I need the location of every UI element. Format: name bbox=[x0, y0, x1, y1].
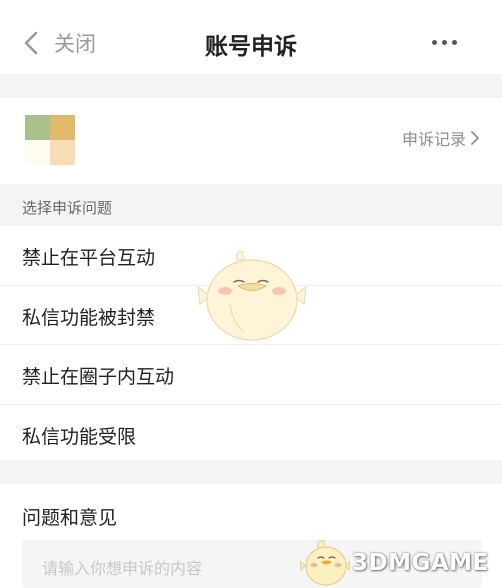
appeal-option-label: 禁止在平台互动 bbox=[22, 247, 156, 269]
appeal-option-item[interactable]: 禁止在圈子内互动 bbox=[0, 345, 502, 405]
appeal-option-label: 私信功能受限 bbox=[22, 425, 137, 448]
navigation-bar: 关闭 账号申诉 bbox=[0, 0, 502, 80]
section-divider bbox=[0, 460, 502, 484]
appeal-records-label: 申诉记录 bbox=[401, 130, 466, 149]
chevron-right-icon bbox=[471, 131, 479, 145]
watermark-text: 3DMGAME bbox=[352, 550, 489, 576]
section-header: 选择申诉问题 bbox=[0, 184, 502, 226]
section-title: 选择申诉问题 bbox=[22, 199, 113, 217]
section-divider bbox=[0, 74, 502, 98]
appeal-option-label: 禁止在圈子内互动 bbox=[22, 366, 175, 388]
watermark-mascot-icon bbox=[300, 540, 350, 586]
more-dots-icon bbox=[432, 40, 437, 45]
more-options-button[interactable] bbox=[432, 40, 457, 45]
feedback-label: 问题和意见 bbox=[22, 507, 118, 529]
avatar bbox=[25, 115, 75, 165]
appeal-option-label: 私信功能被封禁 bbox=[22, 306, 156, 329]
account-header: 申诉记录 bbox=[0, 98, 502, 184]
page-title: 账号申诉 bbox=[205, 34, 297, 60]
mascot-sticker bbox=[197, 251, 307, 341]
watermark: 3DMGAME bbox=[300, 534, 502, 588]
appeal-option-item[interactable]: 私信功能受限 bbox=[0, 405, 502, 464]
appeal-records-link[interactable]: 申诉记录 bbox=[402, 126, 480, 150]
